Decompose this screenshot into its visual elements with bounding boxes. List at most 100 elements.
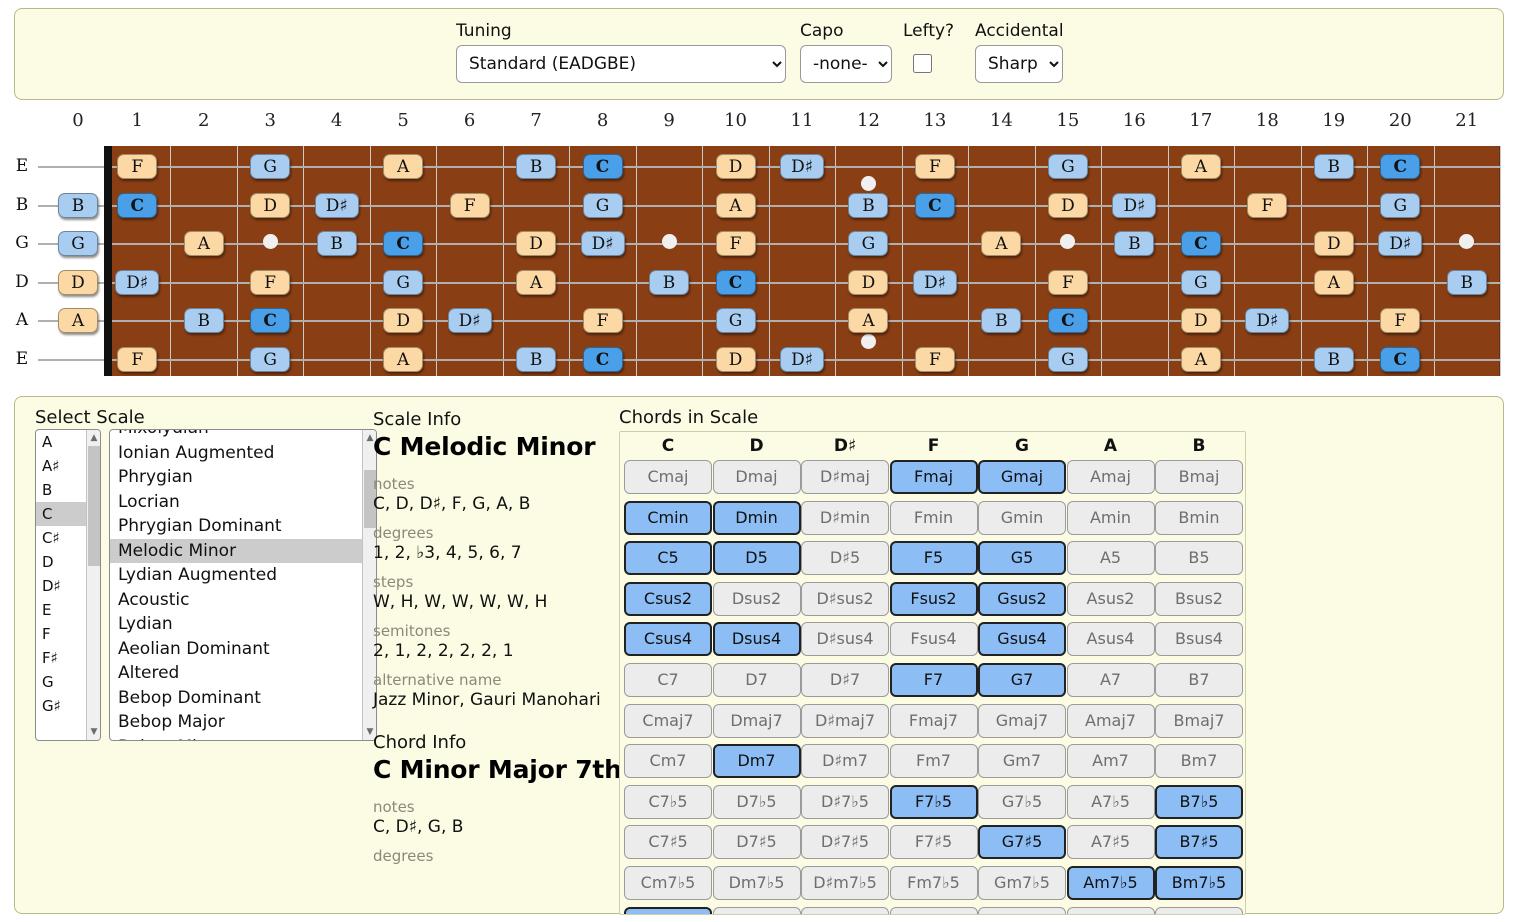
chord-cell[interactable]: C7 [624, 663, 712, 697]
chord-cell[interactable]: Bminmaj7 [1155, 906, 1243, 914]
chord-cell[interactable]: Csus2 [624, 581, 712, 616]
scroll-down-icon[interactable]: ▼ [87, 725, 100, 739]
scale-item[interactable]: Phrygian Dominant [110, 514, 362, 539]
fretboard-note[interactable]: D♯ [314, 192, 359, 218]
chord-cell[interactable]: Bsus4 [1155, 622, 1243, 657]
fretboard-note[interactable]: A [383, 347, 424, 372]
chord-cell[interactable]: Aminmaj7 [1066, 906, 1155, 914]
chord-cell[interactable]: G5 [978, 541, 1066, 576]
fretboard-note[interactable]: G [1180, 269, 1221, 295]
fretboard-note[interactable]: B [516, 154, 557, 179]
fretboard-note[interactable]: A [58, 308, 98, 334]
chord-cell[interactable]: D♯5 [801, 541, 889, 576]
fretboard-note[interactable]: G [383, 269, 424, 295]
fretboard-note[interactable]: D♯ [912, 269, 957, 295]
fretboard-note[interactable]: A [1180, 154, 1221, 179]
chord-cell[interactable]: Dmaj7 [712, 703, 801, 738]
fretboard-note[interactable]: F [582, 308, 623, 334]
fretboard-note[interactable]: A [516, 269, 557, 295]
chord-cell[interactable]: Gmaj [978, 460, 1066, 494]
fretboard-note[interactable]: D♯ [780, 154, 824, 179]
fretboard-note[interactable]: D♯ [780, 347, 824, 372]
fretboard-note[interactable]: D [1313, 231, 1354, 257]
fretboard-note[interactable]: D♯ [1245, 308, 1290, 334]
fretboard-note[interactable]: C [582, 347, 623, 372]
root-note-item[interactable]: A [36, 430, 86, 454]
root-note-item[interactable]: E [36, 598, 86, 622]
chord-cell[interactable]: Gm7 [978, 744, 1066, 779]
root-scrollbar[interactable]: ▲ ▼ [86, 430, 100, 740]
chord-cell[interactable]: Fm7 [889, 744, 978, 779]
fretboard-note[interactable]: C [117, 192, 158, 218]
root-note-item[interactable]: G [36, 670, 86, 694]
fretboard-note[interactable]: A [848, 308, 889, 334]
chord-cell[interactable]: Gsus4 [978, 622, 1066, 657]
chord-cell[interactable]: A7♭5 [1066, 784, 1155, 819]
scale-item[interactable]: Bebop Minor [110, 735, 362, 741]
chord-cell[interactable]: D♯7 [801, 663, 889, 697]
fretboard-note[interactable]: B [58, 192, 98, 218]
chord-cell[interactable]: B5 [1155, 541, 1243, 576]
fretboard-note[interactable]: C [1380, 347, 1421, 372]
chord-cell[interactable]: C7♯5 [624, 825, 712, 860]
fretboard-note[interactable]: A [183, 231, 224, 257]
root-note-item[interactable]: F [36, 622, 86, 646]
chord-cell[interactable]: A7♯5 [1066, 825, 1155, 860]
chord-cell[interactable]: F7♭5 [889, 784, 978, 819]
chord-cell[interactable]: Fsus2 [889, 581, 978, 616]
root-note-item[interactable]: C♯ [36, 526, 86, 550]
chord-cell[interactable]: Asus4 [1066, 622, 1155, 657]
fretboard-note[interactable]: C [383, 231, 424, 257]
chord-cell[interactable]: Fm7♭5 [889, 866, 978, 900]
fretboard-note[interactable]: G [848, 231, 889, 257]
chord-cell[interactable]: D7♯5 [712, 825, 801, 860]
chord-cell[interactable]: A5 [1066, 541, 1155, 576]
chord-cell[interactable]: D♯minmaj7 [801, 906, 892, 914]
scale-item[interactable]: Lydian Augmented [110, 563, 362, 588]
chord-cell[interactable]: Fmaj [889, 460, 978, 494]
chord-cell[interactable]: Cm7 [624, 744, 712, 779]
fretboard-note[interactable]: D [715, 347, 756, 372]
fretboard-note[interactable]: F [1247, 192, 1288, 218]
fretboard-note[interactable]: F [914, 154, 955, 179]
fretboard-note[interactable]: B [848, 192, 889, 218]
chord-cell[interactable]: Am7 [1066, 744, 1155, 779]
scale-item[interactable]: Lydian [110, 612, 362, 637]
fretboard-note[interactable]: B [1313, 154, 1354, 179]
scale-item[interactable]: Phrygian [110, 465, 362, 490]
scroll-thumb[interactable] [88, 446, 100, 566]
chord-cell[interactable]: Cmaj7 [624, 703, 712, 738]
chord-cell[interactable]: D♯min [801, 500, 889, 535]
fretboard-note[interactable]: F [1047, 269, 1088, 295]
chord-cell[interactable]: G7♯5 [978, 825, 1066, 860]
fretboard-note[interactable]: D♯ [1112, 192, 1157, 218]
chord-cell[interactable]: Dsus4 [712, 622, 801, 657]
chord-cell[interactable]: Gmaj7 [978, 703, 1066, 738]
chord-cell[interactable]: Dmaj [712, 460, 801, 494]
chord-cell[interactable]: D♯7♯5 [801, 825, 889, 860]
chord-cell[interactable]: C5 [624, 541, 712, 576]
chord-cell[interactable]: D♯maj7 [801, 703, 889, 738]
fretboard-note[interactable]: B [183, 308, 224, 334]
chord-cell[interactable]: Dm7 [712, 744, 801, 779]
chord-cell[interactable]: Bmaj [1155, 460, 1243, 494]
fretboard-note[interactable]: B [649, 269, 690, 295]
fretboard-surface[interactable] [104, 146, 1501, 376]
chord-cell[interactable]: Asus2 [1066, 581, 1155, 616]
chord-cell[interactable]: Cminmaj7 [624, 906, 712, 914]
fretboard-note[interactable]: G [1047, 154, 1088, 179]
fretboard-note[interactable]: A [1313, 269, 1354, 295]
root-note-item[interactable]: A♯ [36, 454, 86, 478]
root-note-item[interactable]: B [36, 478, 86, 502]
fretboard-note[interactable]: G [58, 231, 98, 257]
chord-cell[interactable]: D7 [712, 663, 801, 697]
chord-cell[interactable]: D♯m7♭5 [801, 866, 889, 900]
scale-item[interactable]: Altered [110, 661, 362, 686]
chord-cell[interactable]: B7 [1155, 663, 1243, 697]
fretboard-note[interactable]: F [1380, 308, 1421, 334]
fretboard-note[interactable]: F [449, 192, 490, 218]
fretboard-note[interactable]: D [848, 269, 889, 295]
root-note-item[interactable]: D♯ [36, 574, 86, 598]
chord-cell[interactable]: D5 [712, 541, 801, 576]
chord-cell[interactable]: B7♯5 [1155, 825, 1243, 860]
